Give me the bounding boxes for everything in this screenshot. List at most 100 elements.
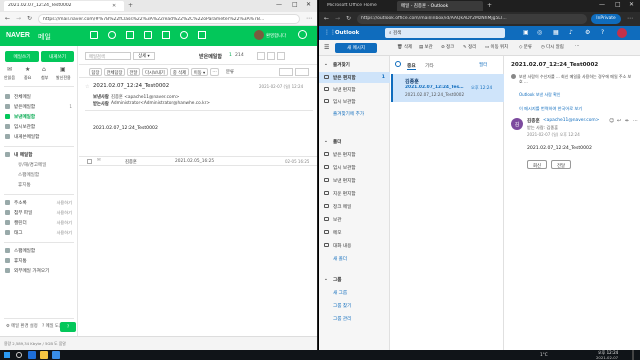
next-mail-button[interactable]	[295, 68, 309, 76]
new-tab-icon[interactable]: +	[487, 2, 492, 9]
tab-close-icon[interactable]: ✕	[112, 3, 116, 9]
notification-icon[interactable]	[298, 30, 307, 39]
groups-header[interactable]: ⌄ 그룹	[319, 274, 390, 285]
nav-side[interactable]: 사용하기	[57, 210, 72, 216]
folder-junk[interactable]: 정크 메일	[319, 201, 390, 212]
add-favorite[interactable]: 즐겨찾기에 추가	[319, 108, 390, 119]
forward-button[interactable]: 전달	[127, 68, 140, 76]
table-row[interactable]: ✉ 김종훈 2021.02.05_16:25 02-05 16:25	[79, 156, 317, 166]
quick-attachment[interactable]: 첨부	[41, 75, 48, 81]
help-icon[interactable]: ?	[601, 29, 604, 36]
tab-office-home[interactable]: Microsoft Office Home	[323, 1, 395, 11]
hamburger-icon[interactable]: ☰	[324, 44, 329, 51]
search-icon[interactable]	[16, 352, 22, 358]
settings-icon[interactable]: ⋯	[306, 15, 312, 22]
unread-icon[interactable]: ✉	[7, 66, 12, 73]
search-button[interactable]: 상세 ▾	[133, 52, 155, 60]
nav-tags[interactable]: 태그 사용하기	[0, 228, 78, 238]
filter-button[interactable]: 필터	[479, 62, 487, 68]
fav-sent[interactable]: 보낸 편지함	[319, 84, 390, 95]
nav-trash[interactable]: 휴지통	[0, 180, 78, 190]
attachment-icon[interactable]: ⌂	[42, 66, 46, 73]
nav-import[interactable]: 외부메일 가져오기	[0, 266, 78, 276]
bell-icon[interactable]: ♪	[569, 29, 573, 36]
nav-calendar[interactable]: 캘린더 사용하기	[0, 218, 78, 228]
reply-icon[interactable]: ↩	[617, 118, 621, 124]
manage-groups-link[interactable]: 그룹 관리	[319, 313, 390, 324]
show-desktop-button[interactable]	[632, 350, 634, 360]
folder-deleted[interactable]: 지운 편지함	[319, 188, 390, 199]
reply-all-icon[interactable]: ↞	[625, 118, 629, 124]
tab-focused[interactable]: 중요	[407, 62, 416, 70]
new-message-button[interactable]: 새 메시지	[335, 43, 377, 53]
nav-sent[interactable]: 보낸메일함	[0, 112, 78, 122]
more-icon[interactable]: ⋯	[633, 118, 638, 124]
folder-conversation[interactable]: 대화 내용	[319, 240, 390, 251]
fav-inbox[interactable]: 받은 편지함 1	[319, 72, 390, 83]
delete-button[interactable]: 중 삭제	[170, 68, 189, 76]
fav-drafts[interactable]: 임시 보관함	[319, 96, 390, 107]
from-value[interactable]: 김종훈 <apache11@naver.com>	[111, 94, 179, 100]
left-active-tab[interactable]: 2021.02.07_12:24_Test0002	[4, 1, 124, 11]
move-button[interactable]: 이동 ▾	[191, 68, 208, 76]
mail-app-icon[interactable]	[52, 351, 60, 359]
blog-icon[interactable]	[198, 31, 206, 39]
close-window-icon[interactable]: ✕	[306, 1, 311, 8]
sender-avatar[interactable]: 김	[511, 118, 523, 130]
maximize-icon[interactable]: □	[292, 1, 298, 8]
quick-unread[interactable]: 안읽음	[4, 75, 15, 81]
list-item[interactable]: 김종훈 2021.02.07_12:24_Test0002 오후 12:24 2…	[391, 74, 504, 102]
nav-contacts[interactable]: 주소록 사용하기	[0, 198, 78, 208]
delete-button[interactable]: 🗑 삭제	[397, 44, 412, 52]
sender-name[interactable]: 김종훈	[527, 118, 540, 124]
translate-link[interactable]: 이 메시지를 번역하여 한국어로 보기	[519, 106, 637, 112]
tab-outlook[interactable]: 메일 - 김종훈 - Outlook	[397, 1, 483, 11]
teams-icon[interactable]: ◎	[537, 29, 542, 36]
calendar-icon[interactable]	[126, 31, 134, 39]
row-checkbox[interactable]	[87, 159, 92, 164]
sweep-button[interactable]: ✎ 정리	[463, 44, 476, 52]
reply-all-button[interactable]: 전체답장	[104, 68, 125, 76]
mail-search-input[interactable]: 메일검색	[85, 52, 131, 60]
archive-button[interactable]: ▤ 보관	[419, 44, 433, 52]
settings-icon[interactable]: ⋯	[627, 15, 633, 22]
nav-self[interactable]: 내게쓴메일함	[0, 132, 78, 142]
back-icon[interactable]: ←	[5, 15, 10, 22]
star-icon[interactable]: ★	[25, 66, 30, 73]
nav-all-mail[interactable]: 전체메일	[0, 92, 78, 102]
contacts-icon[interactable]	[108, 31, 116, 39]
print-icon[interactable]	[277, 52, 285, 60]
folder-drafts[interactable]: 임시 보관함	[319, 162, 390, 173]
weather[interactable]: 1°C	[540, 352, 548, 357]
mail-brand[interactable]: 메일	[38, 32, 51, 42]
forward-icon[interactable]: →	[16, 15, 21, 22]
new-tab-icon[interactable]: +	[128, 2, 133, 9]
send-only-icon[interactable]: ▣	[60, 66, 66, 73]
memo-icon[interactable]	[144, 31, 152, 39]
calendar-icon[interactable]: ▦	[553, 29, 559, 36]
more-actions-button[interactable]: ⋯	[575, 44, 579, 52]
avatar[interactable]	[254, 30, 264, 40]
clock-date[interactable]: 2021-02-07	[596, 355, 618, 360]
tab-other[interactable]: 기타	[425, 62, 434, 69]
avatar[interactable]	[617, 28, 627, 38]
mail-settings-link[interactable]: ⚙ 메일 환경 설정	[6, 323, 38, 329]
folder-archive[interactable]: 보관	[319, 214, 390, 225]
right-url-field[interactable]: https://outlook.office.com/mail/inbox/id…	[357, 14, 587, 24]
nav-trash-2[interactable]: 휴지통	[0, 256, 78, 266]
back-icon[interactable]: ←	[324, 15, 329, 22]
refresh-icon[interactable]: ↻	[27, 15, 32, 22]
new-folder-link[interactable]: 새 폴더	[319, 253, 390, 264]
nav-spam[interactable]: 스팸메일함	[0, 170, 78, 180]
minimize-icon[interactable]: —	[599, 1, 605, 8]
minimize-icon[interactable]: —	[276, 1, 282, 8]
nav-side[interactable]: 사용하기	[57, 220, 72, 226]
forward-icon[interactable]: →	[335, 15, 340, 22]
resend-button[interactable]: 다시보내기	[142, 68, 168, 76]
maximize-icon[interactable]: □	[615, 1, 621, 8]
junk-button[interactable]: ⊘ 정크	[441, 44, 454, 52]
search-input[interactable]: ⌕ 검색	[385, 28, 505, 38]
nav-drafts[interactable]: 임시보관함	[0, 122, 78, 132]
naver-logo[interactable]: NAVER	[6, 32, 30, 39]
folder-notes[interactable]: 메모	[319, 227, 390, 238]
